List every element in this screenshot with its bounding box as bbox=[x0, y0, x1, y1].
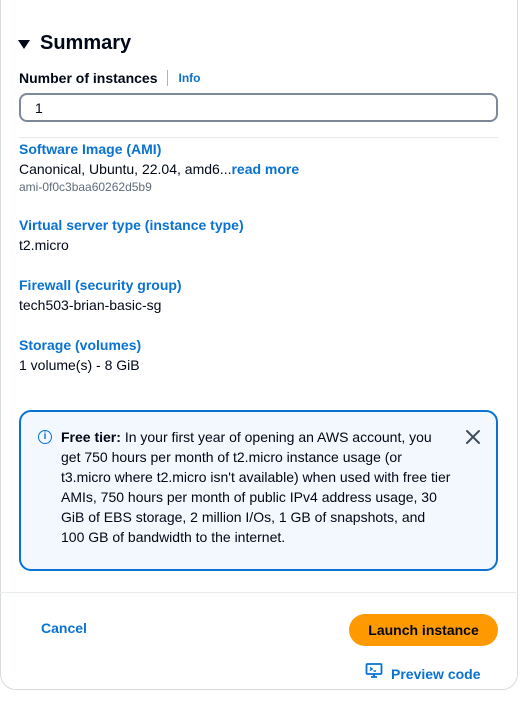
ami-section: Software Image (AMI) Canonical, Ubuntu, … bbox=[19, 139, 299, 195]
storage-value: 1 volume(s) - 8 GiB bbox=[19, 357, 140, 373]
preview-code-button[interactable]: Preview code bbox=[365, 662, 481, 685]
preview-code-label: Preview code bbox=[391, 665, 481, 682]
info-icon: i bbox=[38, 430, 52, 444]
divider bbox=[19, 137, 498, 138]
close-icon[interactable] bbox=[462, 426, 484, 448]
free-tier-label: Free tier: bbox=[61, 429, 121, 445]
firewall-title-link[interactable]: Firewall (security group) bbox=[19, 275, 182, 295]
storage-title-link[interactable]: Storage (volumes) bbox=[19, 335, 141, 355]
label-divider bbox=[167, 70, 169, 86]
instance-type-title-link[interactable]: Virtual server type (instance type) bbox=[19, 215, 244, 235]
firewall-value: tech503-brian-basic-sg bbox=[19, 297, 162, 313]
free-tier-text: Free tier: In your first year of opening… bbox=[61, 427, 451, 547]
footer-divider bbox=[0, 592, 516, 593]
free-tier-body: In your first year of opening an AWS acc… bbox=[61, 429, 451, 545]
cancel-button[interactable]: Cancel bbox=[41, 620, 87, 636]
instances-input[interactable] bbox=[19, 93, 498, 122]
code-preview-icon bbox=[365, 662, 383, 685]
ami-name: Canonical, Ubuntu, 22.04, amd6... bbox=[19, 161, 232, 177]
ami-value: Canonical, Ubuntu, 22.04, amd6...read mo… bbox=[19, 159, 299, 179]
read-more-link[interactable]: read more bbox=[231, 161, 299, 177]
summary-header[interactable]: Summary bbox=[18, 32, 131, 55]
ami-title-link[interactable]: Software Image (AMI) bbox=[19, 139, 299, 159]
launch-instance-button[interactable]: Launch instance bbox=[349, 614, 498, 646]
instance-type-section: Virtual server type (instance type) t2.m… bbox=[19, 215, 244, 255]
instances-label-row: Number of instances Info bbox=[19, 70, 200, 86]
firewall-section: Firewall (security group) tech503-brian-… bbox=[19, 275, 182, 315]
info-link[interactable]: Info bbox=[178, 71, 200, 85]
free-tier-alert: i Free tier: In your first year of openi… bbox=[19, 410, 498, 571]
page-title: Summary bbox=[40, 32, 132, 54]
instance-type-value: t2.micro bbox=[19, 237, 69, 253]
instances-label: Number of instances bbox=[19, 70, 158, 86]
ami-id: ami-0f0c3baa60262d5b9 bbox=[19, 180, 152, 194]
storage-section: Storage (volumes) 1 volume(s) - 8 GiB bbox=[19, 335, 141, 375]
caret-down-icon[interactable] bbox=[18, 39, 30, 49]
